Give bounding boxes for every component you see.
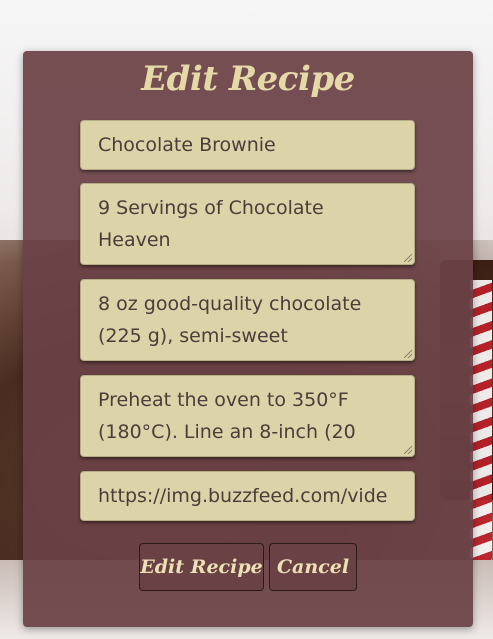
servings-textarea[interactable]: 9 Servings of Chocolate Heaven: [80, 183, 415, 265]
instructions-text: Preheat the oven to 350°F (180°C). Line …: [98, 389, 356, 456]
resize-handle-icon[interactable]: [404, 254, 412, 262]
resize-handle-icon[interactable]: [404, 446, 412, 454]
cancel-button[interactable]: Cancel: [269, 543, 357, 591]
ingredients-text: 8 oz good-quality chocolate (225 g), sem…: [98, 293, 362, 347]
ingredients-textarea[interactable]: 8 oz good-quality chocolate (225 g), sem…: [80, 279, 415, 361]
resize-handle-icon[interactable]: [404, 350, 412, 358]
servings-text: 9 Servings of Chocolate Heaven: [98, 197, 324, 251]
edit-recipe-dialog: Edit Recipe Chocolate Brownie 9 Servings…: [23, 51, 473, 627]
instructions-textarea[interactable]: Preheat the oven to 350°F (180°C). Line …: [80, 375, 415, 457]
recipe-name-input[interactable]: Chocolate Brownie: [80, 120, 415, 170]
dialog-title: Edit Recipe: [141, 59, 355, 99]
edit-recipe-button[interactable]: Edit Recipe: [139, 543, 264, 591]
image-url-input[interactable]: https://img.buzzfeed.com/vide: [80, 471, 415, 521]
